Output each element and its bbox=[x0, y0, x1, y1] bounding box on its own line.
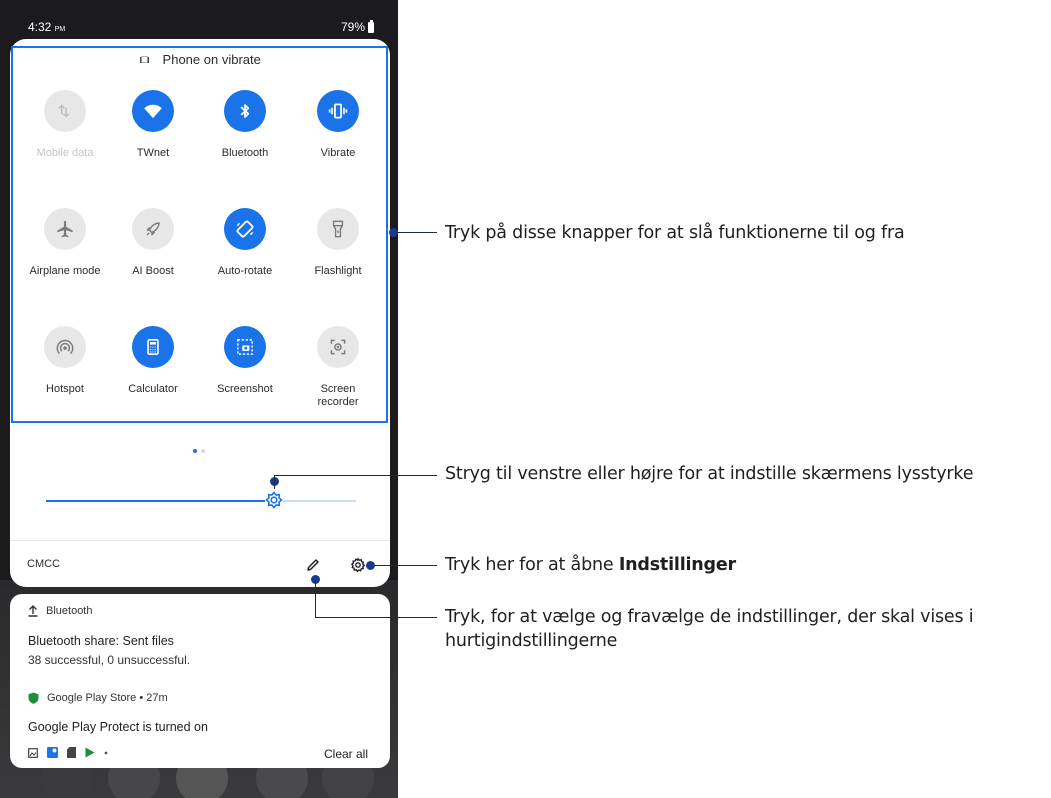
callout-settings-line bbox=[375, 565, 437, 566]
callout-brightness-text: Stryg til venstre eller højre for at ind… bbox=[445, 464, 974, 484]
upload-arrow-icon bbox=[28, 605, 38, 617]
notifications-card bbox=[10, 594, 390, 768]
battery-icon bbox=[368, 19, 374, 33]
notification-body[interactable]: 38 successful, 0 unsuccessful. bbox=[28, 653, 190, 667]
callout-edit-line2: hurtigindstillingerne bbox=[445, 631, 618, 651]
notification-title[interactable]: Bluetooth share: Sent files bbox=[28, 634, 174, 648]
callout-brightness-vline bbox=[274, 475, 275, 489]
page-dot-active bbox=[193, 449, 197, 453]
sd-card-icon bbox=[67, 747, 76, 758]
callout-edit-vline bbox=[315, 580, 316, 617]
maps-icon bbox=[47, 747, 58, 758]
notification-bluetooth-header[interactable]: Bluetooth bbox=[28, 605, 92, 617]
callout-settings-bold: Indstillinger bbox=[618, 555, 736, 575]
notification-play-store-header[interactable]: Google Play Store • 27m bbox=[28, 692, 168, 704]
callout-settings-prefix: Tryk her for at åbne bbox=[445, 555, 619, 575]
notification-title[interactable]: Google Play Protect is turned on bbox=[28, 720, 208, 734]
status-battery: 79% bbox=[340, 19, 374, 34]
shield-icon bbox=[28, 692, 39, 704]
callout-edit-line bbox=[315, 617, 437, 618]
settings-gear-icon[interactable] bbox=[350, 557, 366, 573]
battery-percent: 79% bbox=[340, 20, 365, 34]
panel-divider bbox=[10, 540, 390, 541]
status-time-suffix: PM bbox=[54, 26, 66, 33]
notification-app-name: Bluetooth bbox=[46, 605, 93, 617]
callout-settings-text: Tryk her for at åbne Indstillinger bbox=[445, 553, 736, 577]
status-time: 4:32 PM bbox=[28, 20, 65, 34]
callout-edit-line1: Tryk, for at vælge og fravælge de indsti… bbox=[445, 607, 974, 627]
notification-app-name: Google Play Store • 27m bbox=[47, 692, 168, 704]
brightness-slider-track[interactable] bbox=[274, 500, 356, 502]
callout-toggle-line bbox=[397, 232, 437, 233]
play-store-icon bbox=[85, 747, 95, 758]
callout-settings-dot bbox=[366, 561, 375, 570]
carrier-name: CMCC bbox=[27, 558, 60, 570]
brightness-slider-fill[interactable] bbox=[46, 500, 274, 502]
page-dot bbox=[201, 449, 205, 453]
brightness-sun-icon[interactable] bbox=[264, 490, 284, 510]
gallery-icon bbox=[28, 747, 38, 758]
page-indicator bbox=[193, 449, 205, 453]
more-dot-icon bbox=[104, 751, 108, 754]
edit-pencil-icon[interactable] bbox=[304, 556, 322, 574]
callout-edit-text: Tryk, for at vælge og fravælge de indsti… bbox=[445, 605, 974, 653]
status-time-value: 4:32 bbox=[28, 20, 52, 34]
callout-toggle-text: Tryk på disse knapper for at slå funktio… bbox=[445, 223, 905, 243]
clear-all-button[interactable]: Clear all bbox=[324, 747, 368, 761]
tiles-highlight-frame bbox=[11, 46, 388, 423]
callout-brightness-line bbox=[274, 475, 437, 476]
notification-icon-row bbox=[28, 747, 108, 758]
status-bar: 4:32 PM 79% bbox=[0, 0, 398, 38]
